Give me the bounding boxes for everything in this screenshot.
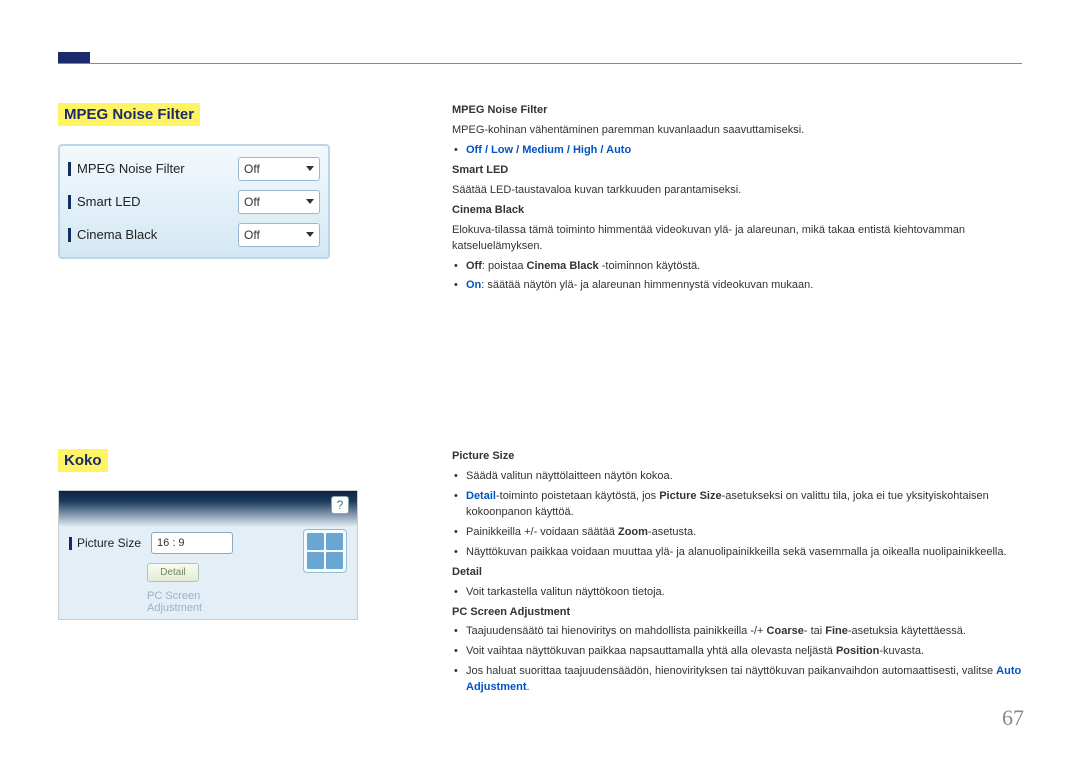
term-off: Off: [466, 260, 482, 272]
pc-screen-adjustment-label: PC Screen Adjustment: [147, 590, 295, 614]
setting-dropdown-cinema-black[interactable]: Off: [238, 223, 320, 247]
list-item: Off: poistaa Cinema Black -toiminnon käy…: [452, 259, 1032, 275]
desc-heading-cinema-black: Cinema Black: [452, 203, 1032, 219]
desc-text: : poistaa: [482, 260, 527, 272]
size-settings-panel: ? Picture Size 16 : 9 Detail PC Screen A…: [58, 490, 358, 620]
setting-label: Cinema Black: [68, 227, 238, 242]
desc-text: -kuvasta.: [879, 645, 924, 657]
setting-label: MPEG Noise Filter: [68, 161, 238, 176]
term-zoom: Zoom: [618, 526, 648, 538]
list-item: Voit vaihtaa näyttökuvan paikkaa napsaut…: [452, 644, 1032, 660]
desc-text: Taajuudensäätö tai hienoviritys on mahdo…: [466, 625, 767, 637]
setting-label: Picture Size: [69, 536, 141, 550]
list-item: Jos haluat suorittaa taajuudensäädön, hi…: [452, 664, 1032, 696]
section-heading-koko: Koko: [58, 449, 108, 472]
desc-heading-pc-screen-adjustment: PC Screen Adjustment: [452, 605, 1032, 621]
section-heading-mpeg: MPEG Noise Filter: [58, 103, 200, 126]
setting-dropdown-picture-size[interactable]: 16 : 9: [151, 532, 233, 554]
setting-label: Smart LED: [68, 194, 238, 209]
list-item: Painikkeilla +/- voidaan säätää Zoom-ase…: [452, 525, 1032, 541]
desc-text: -asetuksia käytettäessä.: [848, 625, 966, 637]
dropdown-value: Off: [244, 228, 260, 242]
dropdown-value: Off: [244, 195, 260, 209]
setting-row-picture-size: Picture Size 16 : 9: [69, 529, 295, 557]
list-item: Näyttökuvan paikkaa voidaan muuttaa ylä-…: [452, 545, 1032, 561]
desc-text: .: [527, 681, 530, 693]
list-item: Off / Low / Medium / High / Auto: [452, 143, 1032, 159]
setting-dropdown-smart-led[interactable]: Off: [238, 190, 320, 214]
label-line1: PC Screen: [147, 590, 200, 602]
list-item: Voit tarkastella valitun näyttökoon tiet…: [452, 585, 1032, 601]
desc-text: Jos haluat suorittaa taajuudensäädön, hi…: [466, 665, 996, 677]
desc-heading-mpeg: MPEG Noise Filter: [452, 103, 1032, 119]
desc-text: -toiminto poistetaan käytöstä, jos: [496, 490, 659, 502]
term-cinema-black: Cinema Black: [527, 260, 599, 272]
help-icon[interactable]: ?: [331, 496, 349, 514]
desc-text: Voit vaihtaa näyttökuvan paikkaa napsaut…: [466, 645, 836, 657]
chevron-down-icon: [306, 166, 314, 171]
desc-text: - tai: [804, 625, 825, 637]
term-fine: Fine: [825, 625, 848, 637]
list-item: Säädä valitun näyttölaitteen näytön koko…: [452, 469, 1032, 485]
desc-text: : säätää näytön ylä- ja alareunan himmen…: [481, 279, 813, 291]
page-top-rule: [58, 63, 1022, 64]
grid-cell: [307, 552, 324, 569]
setting-row-mpeg-noise: MPEG Noise Filter Off: [68, 152, 320, 185]
list-item: Taajuudensäätö tai hienoviritys on mahdo…: [452, 624, 1032, 640]
setting-row-cinema-black: Cinema Black Off: [68, 218, 320, 251]
term-coarse: Coarse: [767, 625, 804, 637]
grid-cell: [326, 533, 343, 550]
setting-row-smart-led: Smart LED Off: [68, 185, 320, 218]
list-item: On: säätää näytön ylä- ja alareunan himm…: [452, 278, 1032, 294]
grid-cell: [326, 552, 343, 569]
desc-heading-detail: Detail: [452, 565, 1032, 581]
dropdown-value: Off: [244, 162, 260, 176]
desc-text: Painikkeilla +/- voidaan säätää: [466, 526, 618, 538]
grid-cell: [307, 533, 324, 550]
desc-heading-smart-led: Smart LED: [452, 163, 1032, 179]
term-picture-size: Picture Size: [659, 490, 721, 502]
detail-button[interactable]: Detail: [147, 563, 199, 582]
chevron-down-icon: [306, 232, 314, 237]
position-grid-icon[interactable]: [303, 529, 347, 573]
desc-heading-picture-size: Picture Size: [452, 449, 1032, 465]
setting-dropdown-mpeg-noise[interactable]: Off: [238, 157, 320, 181]
chevron-down-icon: [306, 199, 314, 204]
desc-text: MPEG-kohinan vähentäminen paremman kuvan…: [452, 123, 1032, 139]
option-list: Off / Low / Medium / High / Auto: [466, 144, 631, 156]
desc-text: -asetusta.: [648, 526, 696, 538]
mpeg-settings-panel: MPEG Noise Filter Off Smart LED Off Cine…: [58, 144, 330, 259]
desc-text: -toiminnon käytöstä.: [599, 260, 701, 272]
list-item: Detail-toiminto poistetaan käytöstä, jos…: [452, 489, 1032, 521]
page-number: 67: [1002, 705, 1024, 731]
desc-text: Säätää LED-taustavaloa kuvan tarkkuuden …: [452, 183, 1032, 199]
term-detail: Detail: [466, 490, 496, 502]
dropdown-value: 16 : 9: [157, 537, 185, 549]
term-on: On: [466, 279, 481, 291]
label-line2: Adjustment: [147, 602, 202, 614]
desc-text: Elokuva-tilassa tämä toiminto himmentää …: [452, 223, 1032, 255]
term-position: Position: [836, 645, 879, 657]
